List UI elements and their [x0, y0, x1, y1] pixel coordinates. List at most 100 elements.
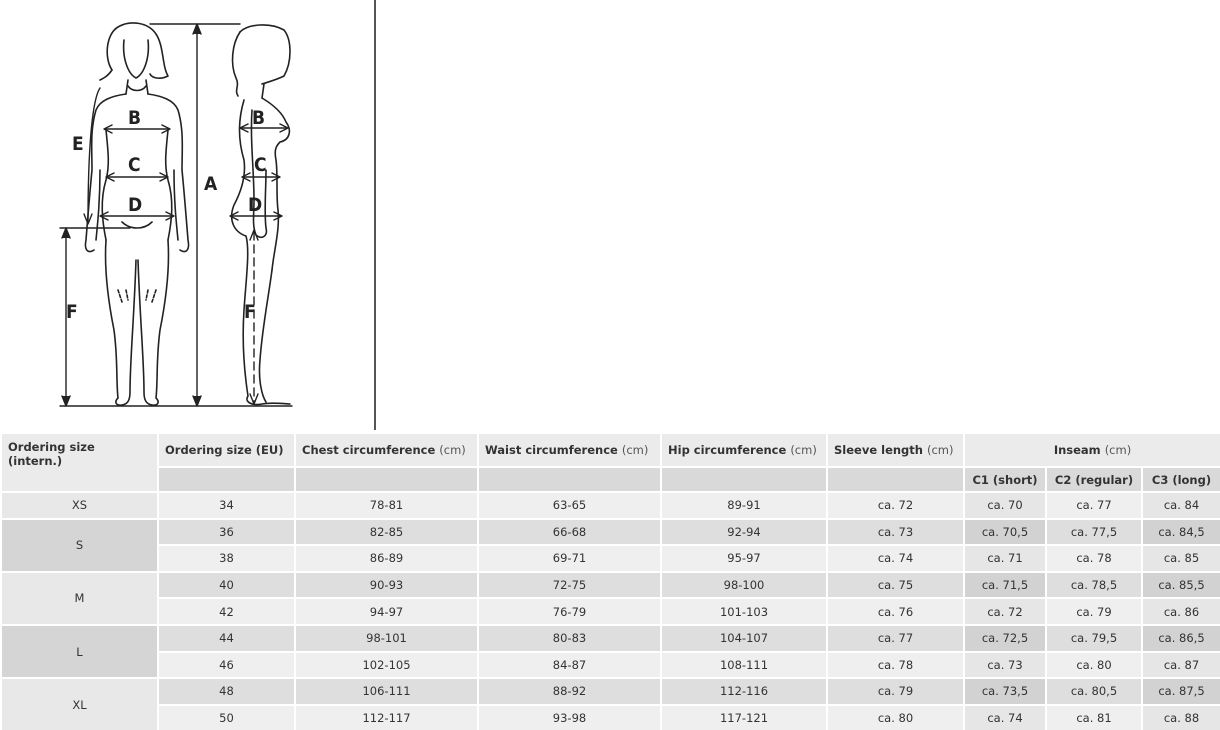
- cell-sleeve: ca. 76: [826, 597, 965, 626]
- cell-waist: 72-75: [477, 570, 662, 600]
- label-a: A: [204, 173, 218, 195]
- cell-chest: 106-111: [294, 677, 479, 706]
- table-row: XL 48 106-111 88-92 112-116 ca. 79 ca. 73,5 ca.…: [0, 677, 1220, 730]
- cell-intern-size: M: [0, 570, 159, 626]
- cell-c3: ca. 87,5: [1140, 677, 1220, 706]
- cell-hip: 98-100: [660, 570, 828, 600]
- header-chest: Chest circumference (cm): [294, 432, 479, 468]
- cell-c3: ca. 87: [1140, 650, 1220, 680]
- cell-sleeve: ca. 77: [826, 623, 965, 653]
- cell-sleeve: ca. 75: [826, 570, 965, 600]
- cell-sleeve: ca. 79: [826, 677, 965, 706]
- header-row: Ordering size (intern.) Ordering size (E…: [0, 432, 1220, 493]
- header-hip: Hip circumference (cm): [660, 432, 828, 468]
- header-waist: Waist circumference (cm): [477, 432, 662, 468]
- header-sleeve: Sleeve length (cm): [826, 432, 965, 468]
- label-d-side: D: [248, 194, 262, 216]
- cell-c2: ca. 80,5: [1045, 677, 1143, 706]
- cell-eu: 42: [157, 597, 296, 626]
- cell-c1: ca. 70: [963, 491, 1047, 520]
- table-row: S 36 82-85 66-68 92-94 ca. 73 ca. 70,5 ca. 77,5…: [0, 517, 1220, 573]
- cell-eu: 44: [157, 623, 296, 653]
- table-row: 38 86-89 69-71 95-97 ca. 74 ca. 71 ca. 78 ca. 8…: [1, 544, 1220, 573]
- header-inseam: Inseam (cm): [962, 432, 1220, 468]
- table-row: L 44 98-101 80-83 104-107 ca. 77 ca. 72,5 ca. 7…: [0, 623, 1220, 680]
- cell-chest: 94-97: [294, 597, 479, 626]
- cell-chest: 102-105: [294, 650, 479, 680]
- cell-c3: ca. 85: [1140, 544, 1220, 573]
- cell-c2: ca. 78: [1045, 544, 1143, 573]
- label-c-side: C: [254, 154, 267, 176]
- label-f-front: F: [66, 301, 78, 323]
- header-eu-size: Ordering size (EU): [157, 432, 296, 468]
- table-row: 50 112-117 93-98 117-121 ca. 80 ca. 74 ca. 81 c…: [1, 703, 1220, 730]
- cell-hip: 89-91: [660, 491, 828, 520]
- cell-c3: ca. 84: [1140, 491, 1220, 520]
- cell-c1: ca. 72: [963, 597, 1047, 626]
- cell-intern-size: XS: [0, 491, 159, 520]
- cell-hip: 117-121: [660, 703, 828, 730]
- cell-waist: 88-92: [477, 677, 662, 706]
- cell-waist: 93-98: [477, 703, 662, 730]
- cell-eu: 40: [157, 570, 296, 600]
- cell-chest: 90-93: [294, 570, 479, 600]
- cell-hip: 92-94: [660, 517, 828, 547]
- cell-c1: ca. 71: [963, 544, 1047, 573]
- label-e: E: [72, 133, 84, 155]
- label-d-front: D: [128, 194, 142, 216]
- cell-intern-size: XL: [0, 677, 159, 730]
- cell-c1: ca. 73,5: [963, 677, 1047, 706]
- header-intern-size: Ordering size (intern.): [0, 432, 159, 493]
- subheader-row: C1 (short) C2 (regular) C3 (long): [1, 466, 1220, 493]
- cell-eu: 46: [157, 650, 296, 680]
- label-f-side: F: [244, 301, 256, 323]
- table-row: 46 102-105 84-87 108-111 ca. 78 ca. 73 ca. 80 c…: [1, 650, 1220, 680]
- cell-c2: ca. 79: [1045, 597, 1143, 626]
- cell-c3: ca. 86: [1140, 597, 1220, 626]
- cell-waist: 63-65: [477, 491, 662, 520]
- cell-c2: ca. 80: [1045, 650, 1143, 680]
- cell-eu: 50: [157, 703, 296, 730]
- cell-c2: ca. 81: [1045, 703, 1143, 730]
- cell-c3: ca. 85,5: [1140, 570, 1220, 600]
- cell-c3: ca. 88: [1140, 703, 1220, 730]
- subheader-c2: C2 (regular): [1045, 466, 1143, 493]
- cell-hip: 108-111: [660, 650, 828, 680]
- cell-chest: 82-85: [294, 517, 479, 547]
- cell-chest: 98-101: [294, 623, 479, 653]
- cell-c1: ca. 72,5: [963, 623, 1047, 653]
- cell-c1: ca. 73: [963, 650, 1047, 680]
- cell-waist: 80-83: [477, 623, 662, 653]
- cell-waist: 69-71: [477, 544, 662, 573]
- cell-chest: 78-81: [294, 491, 479, 520]
- cell-c2: ca. 77,5: [1045, 517, 1143, 547]
- cell-intern-size: L: [0, 623, 159, 680]
- label-b-side: B: [252, 107, 265, 129]
- cell-c2: ca. 78,5: [1045, 570, 1143, 600]
- cell-hip: 104-107: [660, 623, 828, 653]
- cell-eu: 48: [157, 677, 296, 706]
- cell-c2: ca. 77: [1045, 491, 1143, 520]
- cell-eu: 38: [157, 544, 296, 573]
- cell-sleeve: ca. 73: [826, 517, 965, 547]
- cell-c1: ca. 71,5: [963, 570, 1047, 600]
- cell-c3: ca. 86,5: [1140, 623, 1220, 653]
- label-c-front: C: [128, 154, 141, 176]
- cell-chest: 112-117: [294, 703, 479, 730]
- cell-sleeve: ca. 74: [826, 544, 965, 573]
- subheader-c1: C1 (short): [963, 466, 1047, 493]
- cell-waist: 84-87: [477, 650, 662, 680]
- size-chart-table: Ordering size (intern.) Ordering size (E…: [0, 432, 1220, 730]
- cell-c2: ca. 79,5: [1045, 623, 1143, 653]
- cell-chest: 86-89: [294, 544, 479, 573]
- cell-eu: 36: [157, 517, 296, 547]
- cell-c3: ca. 84,5: [1140, 517, 1220, 547]
- cell-sleeve: ca. 78: [826, 650, 965, 680]
- size-table-body: XS 34 78-81 63-65 89-91 ca. 72 ca. 70 ca. 77 ca.…: [0, 491, 1220, 730]
- label-b-front: B: [128, 107, 141, 129]
- cell-c1: ca. 74: [963, 703, 1047, 730]
- table-row: 42 94-97 76-79 101-103 ca. 76 ca. 72 ca. 79 ca.…: [1, 597, 1220, 626]
- cell-intern-size: S: [0, 517, 159, 573]
- cell-hip: 112-116: [660, 677, 828, 706]
- subheader-c3: C3 (long): [1140, 466, 1220, 493]
